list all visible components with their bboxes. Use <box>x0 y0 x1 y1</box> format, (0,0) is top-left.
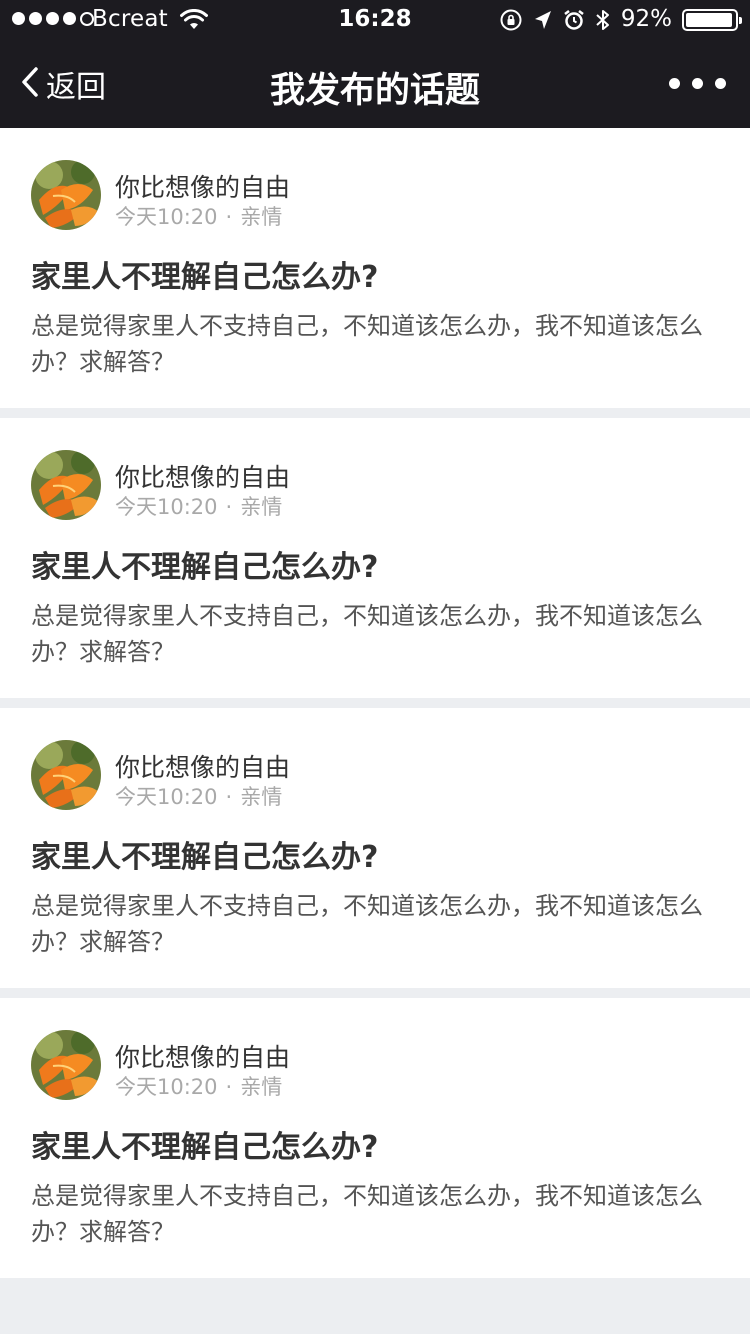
topic-title[interactable]: 家里人不理解自己怎么办? <box>31 832 378 876</box>
meta-separator: · <box>225 785 233 809</box>
topic-title[interactable]: 家里人不理解自己怎么办? <box>31 1122 378 1166</box>
post-category: 亲情 <box>240 205 283 229</box>
battery-percent: 92% <box>620 6 672 32</box>
meta-separator: · <box>225 495 233 519</box>
topic-card[interactable]: 你比想像的自由 今天10:20 · 亲情 家里人不理解自己怎么办? 总是觉得家里人不… <box>0 998 750 1278</box>
status-icons: 92% <box>499 6 742 32</box>
alarm-icon <box>563 9 585 31</box>
nav-bar: 返回 我发布的话题 <box>0 40 750 128</box>
app-header: Bcreat 16:28 92% 返回 我发布的话题 <box>0 0 750 128</box>
avatar[interactable] <box>31 160 101 230</box>
topic-body: 总是觉得家里人不支持自己，不知道该怎么办，我不知道该怎么办？求解答？ <box>31 892 703 956</box>
post-time: 今天10:20 <box>115 785 218 809</box>
bluetooth-icon <box>595 8 611 32</box>
location-arrow-icon <box>533 9 553 31</box>
author-name[interactable]: 你比想像的自由 <box>115 1038 290 1074</box>
post-meta: 今天10:20 · 亲情 <box>115 1071 282 1101</box>
topic-title[interactable]: 家里人不理解自己怎么办? <box>31 542 378 586</box>
topic-card[interactable]: 你比想像的自由 今天10:20 · 亲情 家里人不理解自己怎么办? 总是觉得家里人不… <box>0 418 750 698</box>
topic-title[interactable]: 家里人不理解自己怎么办? <box>31 252 378 296</box>
author-name[interactable]: 你比想像的自由 <box>115 168 290 204</box>
topic-list: 你比想像的自由 今天10:20 · 亲情 家里人不理解自己怎么办? 总是觉得家里人不… <box>0 128 750 1288</box>
author-name[interactable]: 你比想像的自由 <box>115 458 290 494</box>
post-time: 今天10:20 <box>115 205 218 229</box>
page-title: 我发布的话题 <box>269 71 480 111</box>
post-time: 今天10:20 <box>115 495 218 519</box>
topic-body: 总是觉得家里人不支持自己，不知道该怎么办，我不知道该怎么办？求解答？ <box>31 602 703 666</box>
avatar[interactable] <box>31 1030 101 1100</box>
meta-separator: · <box>225 205 233 229</box>
topic-body: 总是觉得家里人不支持自己，不知道该怎么办，我不知道该怎么办？求解答？ <box>31 1182 703 1246</box>
post-category: 亲情 <box>240 785 283 809</box>
post-category: 亲情 <box>240 495 283 519</box>
topic-body: 总是觉得家里人不支持自己，不知道该怎么办，我不知道该怎么办？求解答？ <box>31 312 703 376</box>
post-time: 今天10:20 <box>115 1075 218 1099</box>
meta-separator: · <box>225 1075 233 1099</box>
author-name[interactable]: 你比想像的自由 <box>115 748 290 784</box>
post-meta: 今天10:20 · 亲情 <box>115 201 282 231</box>
topic-card[interactable]: 你比想像的自由 今天10:20 · 亲情 家里人不理解自己怎么办? 总是觉得家里人不… <box>0 708 750 988</box>
battery-icon <box>682 9 742 31</box>
orientation-lock-icon <box>499 8 523 32</box>
topic-card[interactable]: 你比想像的自由 今天10:20 · 亲情 家里人不理解自己怎么办? 总是觉得家里人不… <box>0 128 750 408</box>
post-meta: 今天10:20 · 亲情 <box>115 491 282 521</box>
post-meta: 今天10:20 · 亲情 <box>115 781 282 811</box>
more-dots-icon[interactable] <box>669 78 726 89</box>
status-bar: Bcreat 16:28 92% <box>0 0 750 40</box>
avatar[interactable] <box>31 450 101 520</box>
post-category: 亲情 <box>240 1075 283 1099</box>
avatar[interactable] <box>31 740 101 810</box>
